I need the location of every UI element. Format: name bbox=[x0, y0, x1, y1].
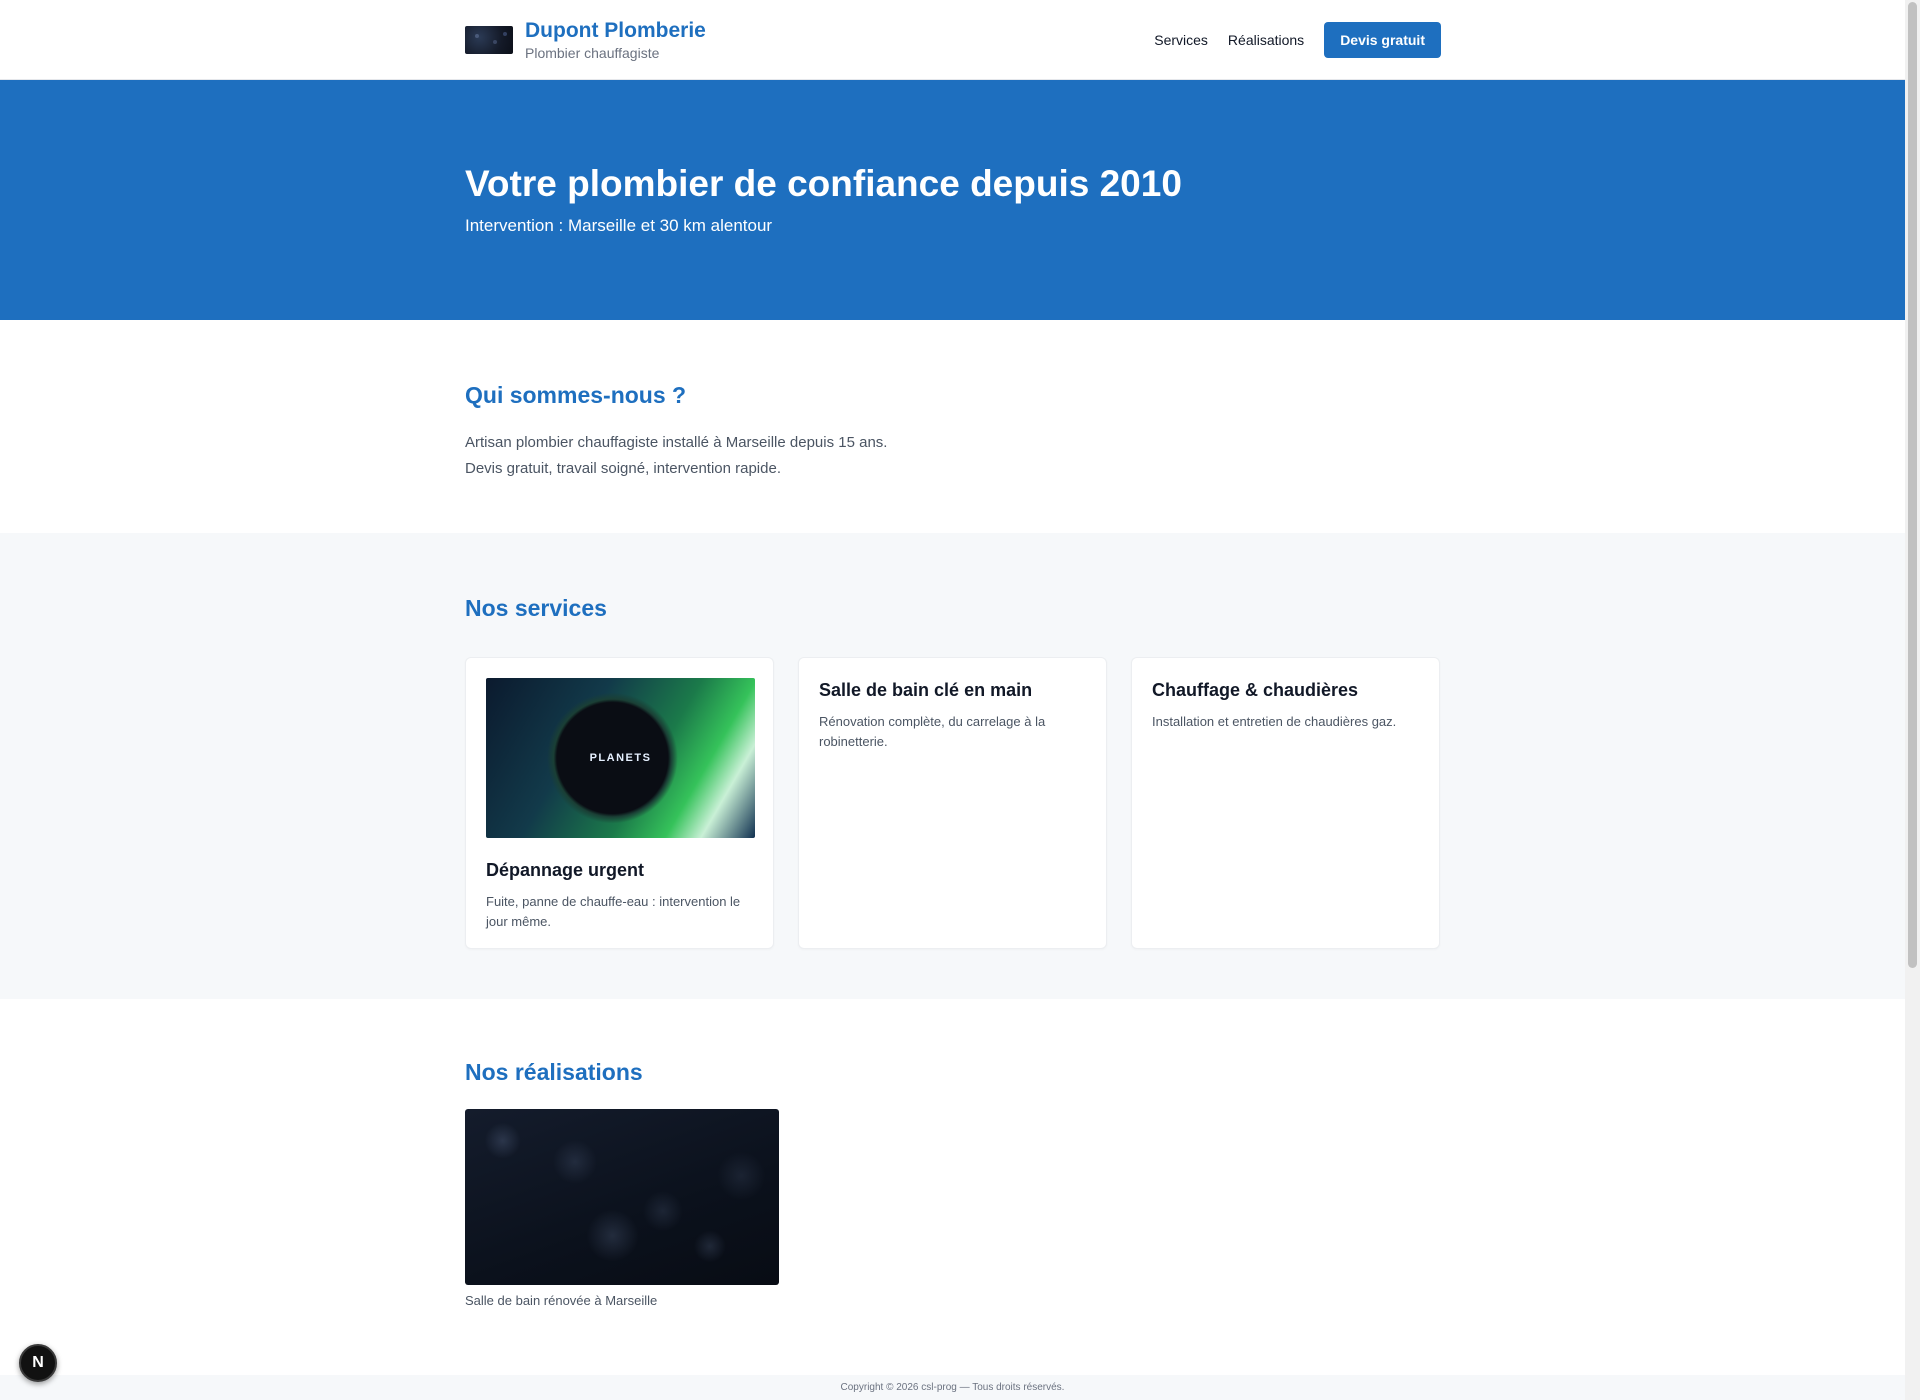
brand[interactable]: Dupont Plomberie Plombier chauffagiste bbox=[465, 18, 706, 62]
nav-link-services[interactable]: Services bbox=[1154, 32, 1208, 48]
hero-subtitle: Intervention : Marseille et 30 km alento… bbox=[465, 216, 773, 235]
hero-inner: Votre plombier de confiance depuis 2010 … bbox=[465, 80, 1441, 236]
service-card-description: Installation et entretien de chaudières … bbox=[1152, 714, 1397, 729]
realisations-inner: Nos réalisations Salle de bain rénovée à… bbox=[465, 999, 1441, 1308]
scrollbar-thumb[interactable] bbox=[1908, 2, 1917, 968]
hero-title: Votre plombier de confiance depuis 2010 bbox=[465, 163, 1182, 204]
image-logo-text: PLANETS bbox=[589, 752, 652, 764]
service-card-title: Dépannage urgent bbox=[486, 860, 645, 880]
realisation-caption: Salle de bain rénovée à Marseille bbox=[465, 1293, 658, 1308]
service-card-title: Chauffage & chaudières bbox=[1152, 680, 1359, 700]
site-footer: Copyright © 2026 csl-prog — Tous droits … bbox=[0, 1375, 1905, 1400]
services-title: Nos services bbox=[465, 595, 607, 621]
services-inner: Nos services PLANETS Dépannage urgent Fu… bbox=[465, 533, 1441, 949]
dev-tools-badge-label: N bbox=[32, 1354, 44, 1371]
about-inner: Qui sommes-nous ? Artisan plombier chauf… bbox=[465, 320, 1441, 482]
about-line-1: Artisan plombier chauffagiste installé à… bbox=[465, 434, 888, 451]
service-card-depannage: PLANETS Dépannage urgent Fuite, panne de… bbox=[465, 657, 774, 949]
vertical-scrollbar[interactable] bbox=[1905, 0, 1920, 1400]
service-card-salle-de-bain: Salle de bain clé en main Rénovation com… bbox=[798, 657, 1107, 949]
hero-section: Votre plombier de confiance depuis 2010 … bbox=[0, 80, 1905, 320]
realisation-image bbox=[465, 1109, 779, 1285]
nav-link-realisations[interactable]: Réalisations bbox=[1228, 32, 1304, 48]
logo-image bbox=[465, 26, 513, 54]
brand-name: Dupont Plomberie bbox=[525, 19, 706, 42]
about-section: Qui sommes-nous ? Artisan plombier chauf… bbox=[0, 320, 1905, 533]
brand-tagline: Plombier chauffagiste bbox=[525, 45, 660, 61]
about-line-2: Devis gratuit, travail soigné, intervent… bbox=[465, 460, 781, 477]
main-nav: Services Réalisations Devis gratuit bbox=[1154, 22, 1441, 58]
service-card-description: Rénovation complète, du carrelage à la r… bbox=[819, 714, 1046, 749]
service-card-description: Fuite, panne de chauffe-eau : interventi… bbox=[486, 894, 741, 929]
page: Dupont Plomberie Plombier chauffagiste S… bbox=[0, 0, 1905, 1400]
realisations-section: Nos réalisations Salle de bain rénovée à… bbox=[0, 999, 1905, 1375]
realisation-card[interactable]: Salle de bain rénovée à Marseille bbox=[465, 1109, 779, 1308]
about-text: Artisan plombier chauffagiste installé à… bbox=[465, 430, 1441, 482]
footer-copyright: Copyright © 2026 csl-prog — Tous droits … bbox=[840, 1382, 1065, 1393]
service-card-chauffage: Chauffage & chaudières Installation et e… bbox=[1131, 657, 1440, 949]
service-card-image: PLANETS bbox=[486, 678, 755, 838]
site-header: Dupont Plomberie Plombier chauffagiste S… bbox=[0, 0, 1905, 80]
realisations-title: Nos réalisations bbox=[465, 1059, 643, 1085]
services-section: Nos services PLANETS Dépannage urgent Fu… bbox=[0, 533, 1905, 999]
brand-text: Dupont Plomberie Plombier chauffagiste bbox=[525, 18, 706, 62]
quote-button[interactable]: Devis gratuit bbox=[1324, 22, 1441, 58]
services-cards: PLANETS Dépannage urgent Fuite, panne de… bbox=[465, 657, 1441, 949]
header-inner: Dupont Plomberie Plombier chauffagiste S… bbox=[465, 0, 1441, 80]
service-card-title: Salle de bain clé en main bbox=[819, 680, 1033, 700]
dev-tools-badge[interactable]: N bbox=[19, 1344, 57, 1382]
about-title: Qui sommes-nous ? bbox=[465, 382, 687, 408]
